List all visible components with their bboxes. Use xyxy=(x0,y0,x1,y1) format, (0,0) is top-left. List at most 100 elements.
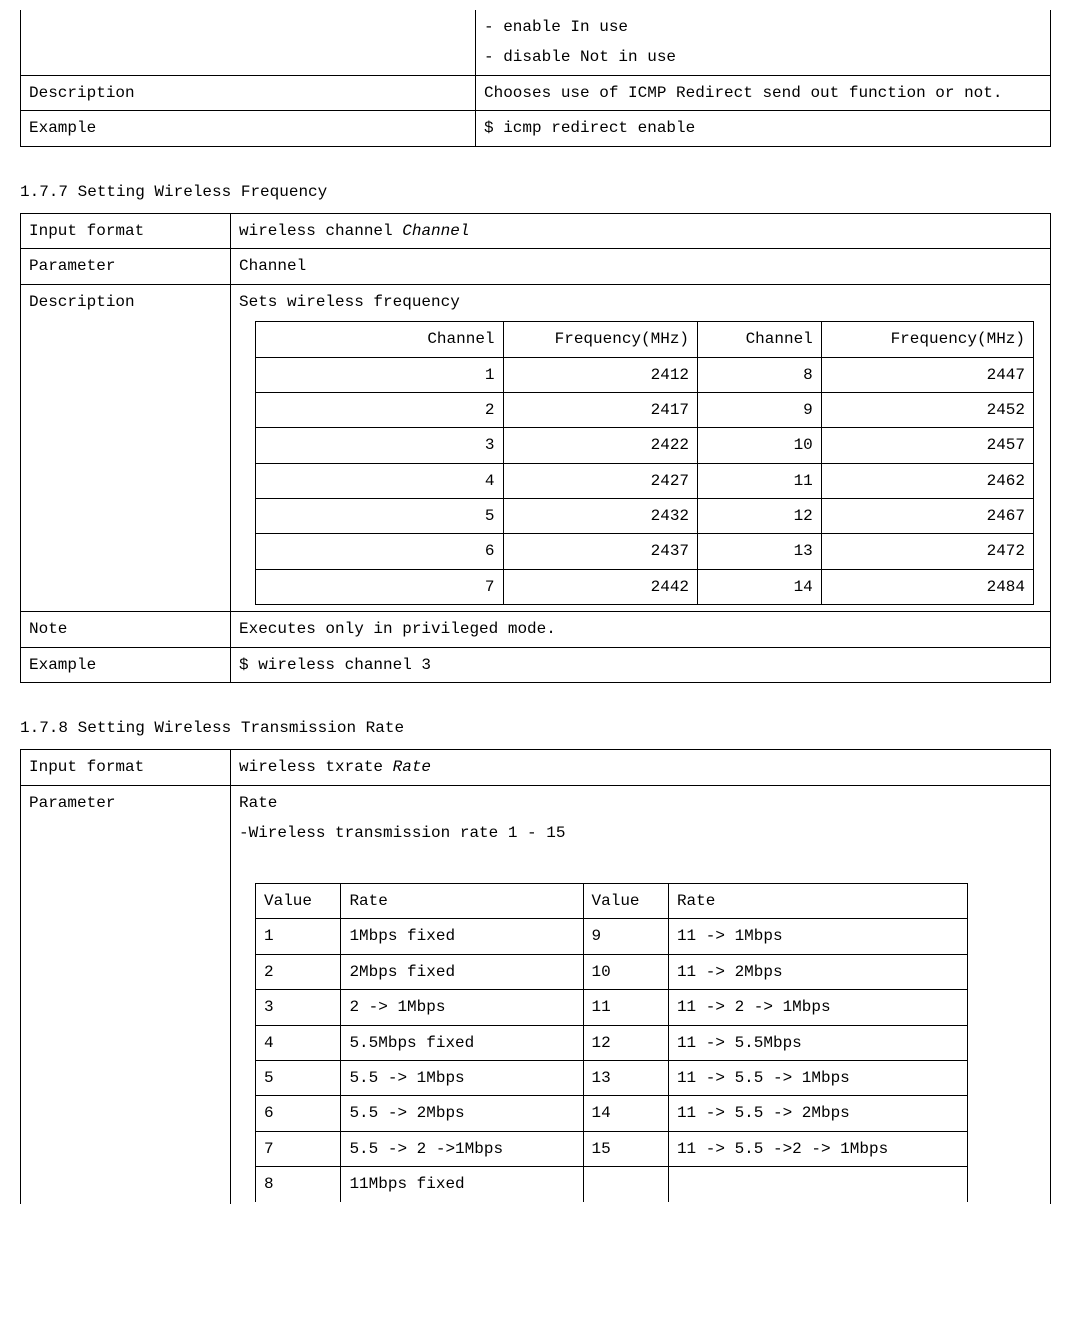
cell: 11 -> 5.5 -> 2Mbps xyxy=(668,1096,967,1131)
cell: 11 -> 2Mbps xyxy=(668,954,967,989)
header-frequency-1: Frequency(MHz) xyxy=(503,322,698,357)
cell: 14 xyxy=(698,569,822,604)
header-value-2: Value xyxy=(583,883,668,918)
description-value: Chooses use of ICMP Redirect send out fu… xyxy=(476,75,1051,110)
description-label: Description xyxy=(21,284,231,612)
cell: 11 -> 2 -> 1Mbps xyxy=(668,990,967,1025)
frequency-inner-table: Channel Frequency(MHz) Channel Frequency… xyxy=(255,321,1034,605)
cell: 13 xyxy=(583,1060,668,1095)
input-format-prefix: wireless channel xyxy=(239,222,402,240)
cell: 11 xyxy=(583,990,668,1025)
cell: 12 xyxy=(698,499,822,534)
cell: 2417 xyxy=(503,392,698,427)
table-row: - enable In use - disable Not in use xyxy=(21,10,1051,75)
table-row: 75.5 -> 2 ->1Mbps1511 -> 5.5 ->2 -> 1Mbp… xyxy=(256,1131,968,1166)
table-row: 32 -> 1Mbps1111 -> 2 -> 1Mbps xyxy=(256,990,968,1025)
example-value: $ icmp redirect enable xyxy=(476,111,1051,146)
table-row: Description Chooses use of ICMP Redirect… xyxy=(21,75,1051,110)
input-format-prefix: wireless txrate xyxy=(239,758,393,776)
cell: 2472 xyxy=(821,534,1033,569)
table-row: 52432122467 xyxy=(256,499,1034,534)
cell: 2427 xyxy=(503,463,698,498)
icmp-table-partial: - enable In use - disable Not in use Des… xyxy=(20,10,1051,147)
cell: 2 xyxy=(256,392,504,427)
cell: 2452 xyxy=(821,392,1033,427)
table-row: 42427112462 xyxy=(256,463,1034,498)
cell: 11 -> 5.5 -> 1Mbps xyxy=(668,1060,967,1095)
header-value-1: Value xyxy=(256,883,341,918)
cell: 14 xyxy=(583,1096,668,1131)
cell: 7 xyxy=(256,1131,341,1166)
cell: 3 xyxy=(256,990,341,1025)
cell: 5.5 -> 1Mbps xyxy=(341,1060,583,1095)
header-rate-1: Rate xyxy=(341,883,583,918)
table-row: 55.5 -> 1Mbps1311 -> 5.5 -> 1Mbps xyxy=(256,1060,968,1095)
cell: 11 -> 5.5Mbps xyxy=(668,1025,967,1060)
table-row: 2241792452 xyxy=(256,392,1034,427)
description-label: Description xyxy=(21,75,476,110)
wireless-txrate-table: Input format wireless txrate Rate Parame… xyxy=(20,749,1051,1203)
cell: 7 xyxy=(256,569,504,604)
table-row: Input format wireless channel Channel xyxy=(21,213,1051,248)
cell: 2462 xyxy=(821,463,1033,498)
cell: 2Mbps fixed xyxy=(341,954,583,989)
cell: 3 xyxy=(256,428,504,463)
cell: 5.5Mbps fixed xyxy=(341,1025,583,1060)
cell: 4 xyxy=(256,1025,341,1060)
header-channel-2: Channel xyxy=(698,322,822,357)
rate-inner-table: Value Rate Value Rate 11Mbps fixed911 ->… xyxy=(255,883,968,1202)
input-format-label: Input format xyxy=(21,750,231,785)
cell: 1 xyxy=(256,357,504,392)
table-row: 11Mbps fixed911 -> 1Mbps xyxy=(256,919,968,954)
cell: 13 xyxy=(698,534,822,569)
input-format-param: Rate xyxy=(393,758,431,776)
cell: 8 xyxy=(256,1167,341,1202)
cell xyxy=(583,1167,668,1202)
parameter-label: Parameter xyxy=(21,249,231,284)
cell: 1Mbps fixed xyxy=(341,919,583,954)
table-row: Input format wireless txrate Rate xyxy=(21,750,1051,785)
cell: 2422 xyxy=(503,428,698,463)
section-title-177: 1.7.7 Setting Wireless Frequency xyxy=(20,177,1051,207)
header-channel-1: Channel xyxy=(256,322,504,357)
cell: 2412 xyxy=(503,357,698,392)
cell: 8 xyxy=(698,357,822,392)
wireless-frequency-table: Input format wireless channel Channel Pa… xyxy=(20,213,1051,683)
cell: 11 -> 1Mbps xyxy=(668,919,967,954)
cell: 5 xyxy=(256,1060,341,1095)
table-row: Parameter Rate -Wireless transmission ra… xyxy=(21,785,1051,1203)
cell: 10 xyxy=(583,954,668,989)
example-label: Example xyxy=(21,111,476,146)
cell: 4 xyxy=(256,463,504,498)
example-label: Example xyxy=(21,647,231,682)
table-row: Example $ icmp redirect enable xyxy=(21,111,1051,146)
cell: 11Mbps fixed xyxy=(341,1167,583,1202)
cell: 2467 xyxy=(821,499,1033,534)
cell xyxy=(668,1167,967,1202)
table-row: 45.5Mbps fixed1211 -> 5.5Mbps xyxy=(256,1025,968,1060)
input-format-value: wireless txrate Rate xyxy=(231,750,1051,785)
section-title-178: 1.7.8 Setting Wireless Transmission Rate xyxy=(20,713,1051,743)
example-value: $ wireless channel 3 xyxy=(231,647,1051,682)
cell: 9 xyxy=(698,392,822,427)
parameter-cell: Rate -Wireless transmission rate 1 - 15 … xyxy=(231,785,1051,1203)
description-text: Sets wireless frequency xyxy=(239,287,1042,317)
cell: 2447 xyxy=(821,357,1033,392)
cell: 11 xyxy=(698,463,822,498)
cell: 2 -> 1Mbps xyxy=(341,990,583,1025)
parameter-line-1: Rate xyxy=(239,788,1042,818)
table-header-row: Value Rate Value Rate xyxy=(256,883,968,918)
cell: 2484 xyxy=(821,569,1033,604)
cell: 11 -> 5.5 ->2 -> 1Mbps xyxy=(668,1131,967,1166)
header-frequency-2: Frequency(MHz) xyxy=(821,322,1033,357)
table-row: 22Mbps fixed1011 -> 2Mbps xyxy=(256,954,968,989)
input-format-value: wireless channel Channel xyxy=(231,213,1051,248)
cell: 2432 xyxy=(503,499,698,534)
table-row: 62437132472 xyxy=(256,534,1034,569)
description-cell: Sets wireless frequency Channel Frequenc… xyxy=(231,284,1051,612)
cell: 15 xyxy=(583,1131,668,1166)
table-header-row: Channel Frequency(MHz) Channel Frequency… xyxy=(256,322,1034,357)
cell: 5.5 -> 2Mbps xyxy=(341,1096,583,1131)
parameter-label: Parameter xyxy=(21,785,231,1203)
table-row: 65.5 -> 2Mbps1411 -> 5.5 -> 2Mbps xyxy=(256,1096,968,1131)
